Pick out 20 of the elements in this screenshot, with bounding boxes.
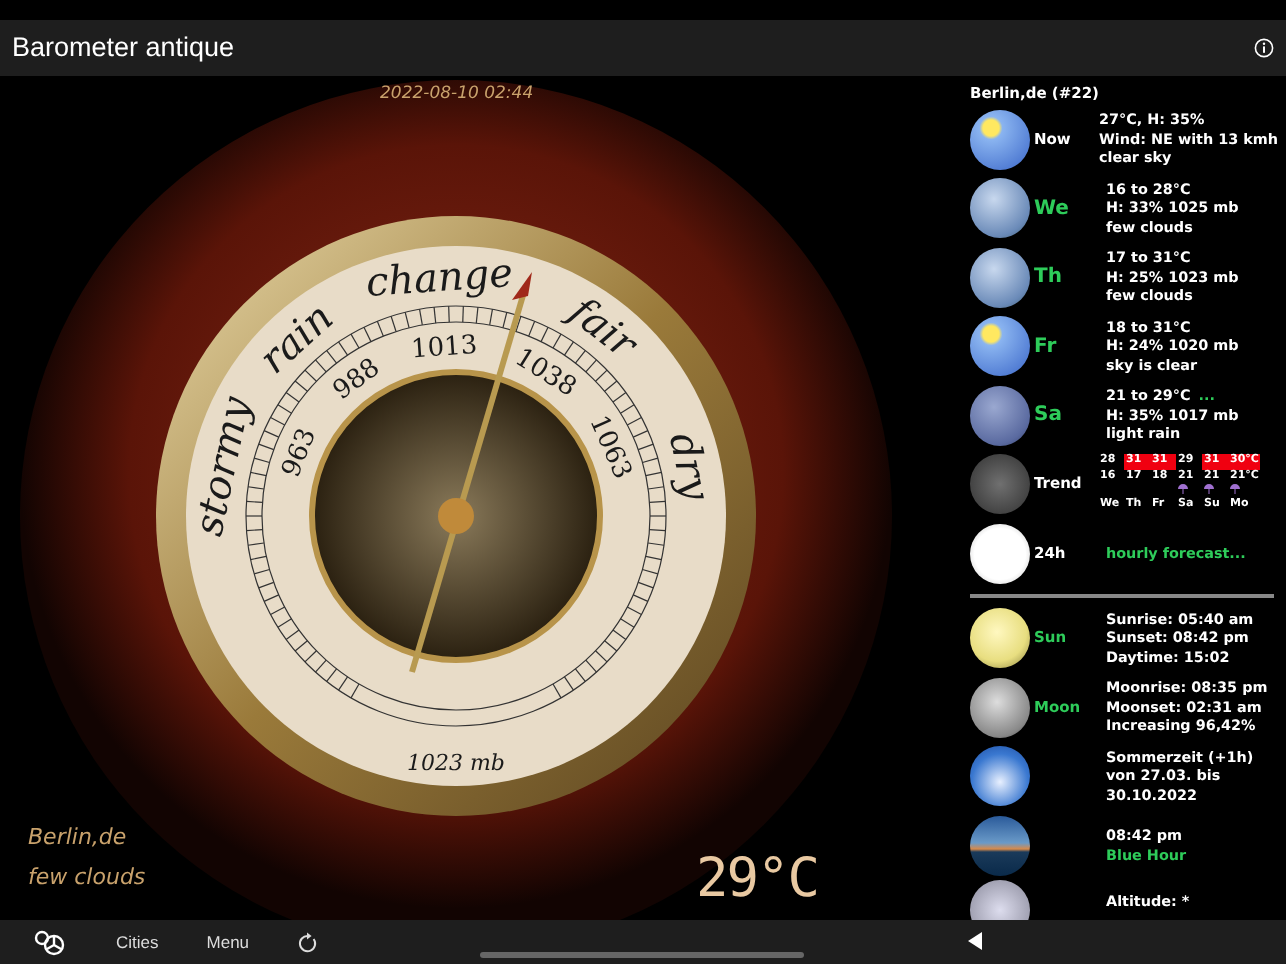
row-label: Sa [1034,404,1062,426]
row-label: Fr [1034,335,1057,357]
condition-label: few clouds [28,862,146,894]
scale-number: 988 [328,353,386,407]
pressure-reading: 1023 mb [407,749,505,776]
toolbar-button[interactable]: Cities [116,929,159,955]
scale-number: 1063 [582,411,637,484]
toolbar-button[interactable]: Menu [206,929,250,955]
location-label: Berlin,de [28,822,127,854]
weather-word: fair [560,286,647,368]
weather-word: change [364,247,515,307]
scale-number: 963 [276,424,324,482]
weather-word: stormy [183,392,260,540]
row-label: We [1034,197,1069,219]
scale-number: 1013 [410,330,479,366]
weather-word: dry [659,428,721,505]
window-title: Barometer antique [12,29,235,66]
temperature-display: 29°C [696,846,819,914]
row-label: Th [1034,266,1062,288]
timestamp: 2022-08-10 02:44 [380,82,534,108]
